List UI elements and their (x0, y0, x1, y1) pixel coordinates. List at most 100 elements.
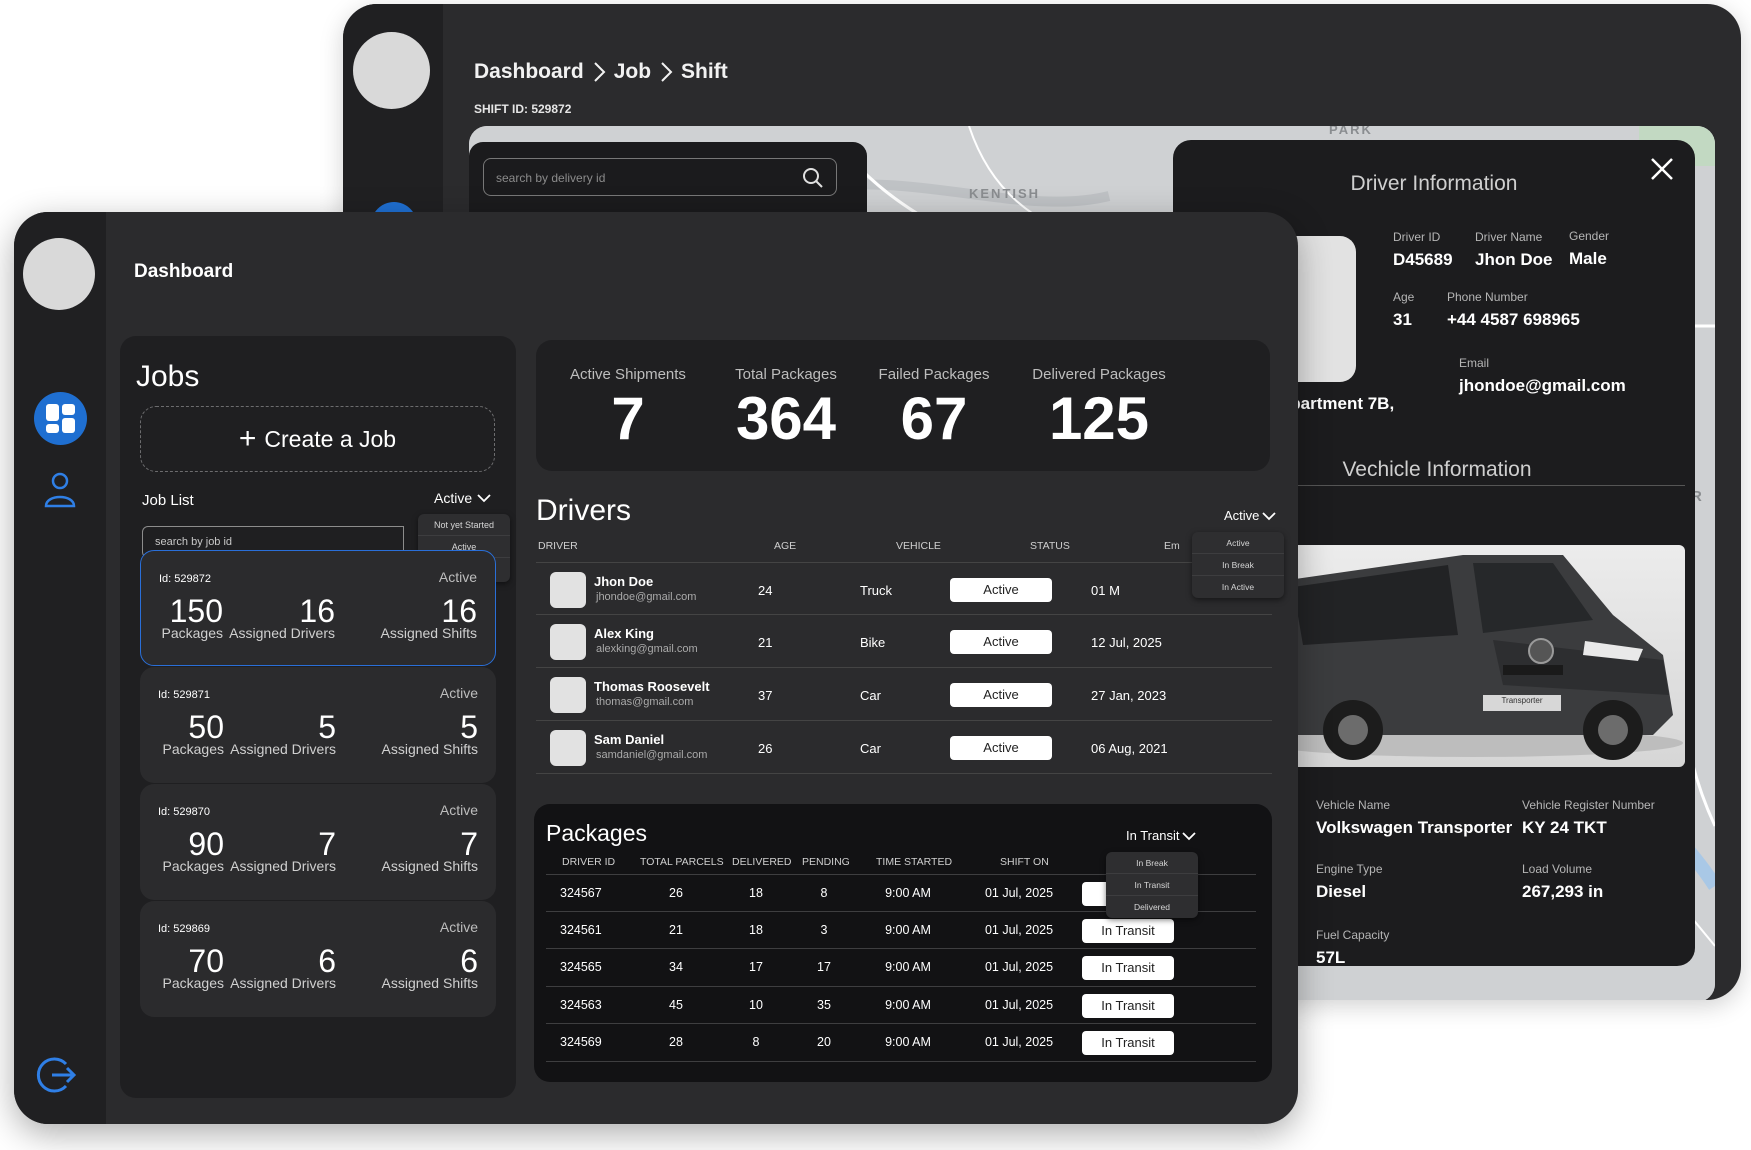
job-drivers-count: 5 (318, 709, 336, 745)
job-list-label: Job List (142, 492, 194, 509)
driver-name: Thomas Roosevelt (594, 679, 710, 694)
stats-panel: Active Shipments 7 Total Packages 364 Failed… (536, 340, 1270, 471)
driver-date: 27 Jan, 2023 (1091, 688, 1167, 703)
user-icon[interactable] (42, 470, 78, 510)
driver-id-label: Driver ID (1393, 230, 1441, 244)
avatar[interactable] (353, 32, 430, 109)
table-row[interactable]: Alex King alexking@gmail.com 21 Bike Active 1… (536, 615, 1272, 668)
engine-label: Engine Type (1316, 862, 1383, 876)
avatar[interactable] (23, 238, 95, 310)
job-status: Active (438, 569, 477, 585)
stat-label: Active Shipments (570, 366, 686, 383)
job-status: Active (439, 802, 478, 818)
filter-option[interactable]: In Break (1192, 554, 1284, 576)
stat-label: Delivered Packages (1032, 366, 1166, 383)
package-shift: 01 Jul, 2025 (984, 886, 1054, 900)
email-label: Email (1459, 356, 1490, 370)
job-card[interactable]: Id: 529869 Active 70 Packages 6 Assigned Driv… (140, 901, 496, 1017)
register-label: Vehicle Register Number (1522, 798, 1655, 812)
job-stat-packages: 50 Packages (163, 709, 224, 757)
van-illustration (1253, 555, 1683, 760)
filter-option[interactable]: In Break (1106, 852, 1198, 874)
status-badge[interactable]: In Transit (1082, 993, 1174, 1018)
jobs-panel: Jobs + Create a Job Job List Active sear… (120, 336, 516, 1098)
table-row[interactable]: Jhon Doe jhondoe@gmail.com 24 Truck Active 01… (536, 562, 1272, 615)
load-field: Load Volume 267,293 in (1522, 862, 1603, 902)
job-stat-drivers: 5 Assigned Drivers (230, 709, 336, 757)
driver-email: samdaniel@gmail.com (596, 749, 708, 761)
driver-date: 06 Aug, 2021 (1091, 741, 1168, 756)
package-filter-dropdown: In Break In Transit Delivered (1106, 852, 1198, 918)
job-shifts-count: 5 (460, 709, 478, 745)
col-total-parcels: TOTAL PARCELS (640, 856, 724, 868)
driver-name: Alex King (594, 626, 654, 641)
driver-status-filter[interactable]: Active (1224, 508, 1277, 523)
status-badge[interactable]: In Transit (1082, 956, 1174, 980)
breadcrumb-job[interactable]: Job (614, 60, 651, 84)
driver-name-value: Jhon Doe (1475, 250, 1553, 269)
package-status-filter[interactable]: In Transit (1126, 828, 1197, 843)
driver-filter-value: Active (1224, 508, 1260, 523)
register-field: Vehicle Register Number KY 24 TKT (1522, 798, 1655, 838)
age-label: Age (1393, 290, 1415, 304)
stat-value: 7 (611, 385, 645, 452)
sidebar (14, 212, 106, 1124)
logout-icon[interactable] (36, 1054, 78, 1096)
package-shift: 01 Jul, 2025 (984, 922, 1054, 937)
map-label-kentish: KENTISH (969, 186, 1041, 201)
dashboard-icon[interactable] (34, 392, 87, 445)
stat-value: 67 (900, 385, 968, 452)
status-badge[interactable]: In Transit (1082, 918, 1174, 943)
stat-label: Total Packages (735, 366, 837, 383)
stat-card: Total Packages 364 (706, 366, 866, 451)
job-status-filter[interactable]: Active (434, 490, 492, 506)
job-card[interactable]: Id: 529870 Active 90 Packages 7 Assigned Driv… (140, 784, 496, 900)
job-stat-drivers: 7 Assigned Drivers (230, 826, 336, 874)
table-row[interactable]: 324563 45 10 35 9:00 AM 01 Jul, 2025 In Transi… (546, 987, 1256, 1024)
driver-name: Sam Daniel (594, 732, 665, 747)
map-label-park: PARK (1329, 126, 1373, 137)
driver-age: 26 (758, 741, 773, 756)
driver-date: 12 Jul, 2025 (1091, 635, 1162, 650)
table-row[interactable]: 324565 34 17 17 9:00 AM 01 Jul, 2025 In Transi… (546, 949, 1256, 987)
filter-option[interactable]: In Active (1192, 576, 1284, 598)
filter-option[interactable]: Not yet Started (418, 514, 510, 536)
email-value: jhondoe@gmail.com (1459, 376, 1626, 395)
table-row[interactable]: 324569 28 8 20 9:00 AM 01 Jul, 2025 In Transit (546, 1024, 1256, 1062)
package-driver-id: 324565 (560, 960, 602, 974)
job-stat-drivers: 16 Assigned Drivers (229, 593, 335, 641)
job-drivers-label: Assigned Drivers (230, 975, 336, 991)
job-drivers-count: 7 (318, 826, 336, 862)
status-badge[interactable]: Active (950, 578, 1052, 602)
create-job-button[interactable]: + Create a Job (140, 406, 495, 472)
status-badge[interactable]: Active (950, 683, 1052, 707)
shift-id: SHIFT ID: 529872 (474, 102, 572, 116)
col-date: Em (1164, 540, 1180, 552)
job-card[interactable]: Id: 529872 Active 150 Packages 16 Assigned Dr… (140, 550, 496, 666)
col-pending: PENDING (802, 856, 850, 868)
table-row[interactable]: Thomas Roosevelt thomas@gmail.com 37 Car Act… (536, 668, 1272, 721)
register-value: KY 24 TKT (1522, 818, 1607, 837)
status-badge[interactable]: Active (950, 736, 1052, 760)
vehicle-name-value: Volkswagen Transporter (1316, 818, 1513, 837)
driver-avatar (550, 572, 586, 608)
filter-option[interactable]: Active (1192, 532, 1284, 554)
job-shifts-count: 16 (441, 593, 477, 629)
status-badge[interactable]: Active (950, 630, 1052, 654)
filter-option[interactable]: In Transit (1106, 874, 1198, 896)
status-badge[interactable]: In Transit (1082, 1031, 1174, 1055)
driver-info-title: Driver Information (1350, 172, 1518, 195)
job-card[interactable]: Id: 529871 Active 50 Packages 5 Assigned Driv… (140, 667, 496, 783)
table-row[interactable]: Sam Daniel samdaniel@gmail.com 26 Car Active… (536, 721, 1272, 774)
stat-value: 125 (1048, 385, 1150, 452)
package-shift: 01 Jul, 2025 (984, 997, 1054, 1012)
delivery-search-input[interactable]: search by delivery id (483, 158, 837, 196)
job-stat-drivers: 6 Assigned Drivers (230, 943, 336, 991)
search-icon[interactable] (802, 167, 824, 189)
col-delivered: DELIVERED (732, 856, 792, 868)
package-time: 9:00 AM (885, 997, 931, 1012)
breadcrumb-dashboard[interactable]: Dashboard (474, 60, 584, 84)
stat-card: Failed Packages 67 (854, 366, 1014, 451)
filter-option[interactable]: Delivered (1106, 896, 1198, 918)
job-shifts-label: Assigned Shifts (381, 858, 479, 874)
